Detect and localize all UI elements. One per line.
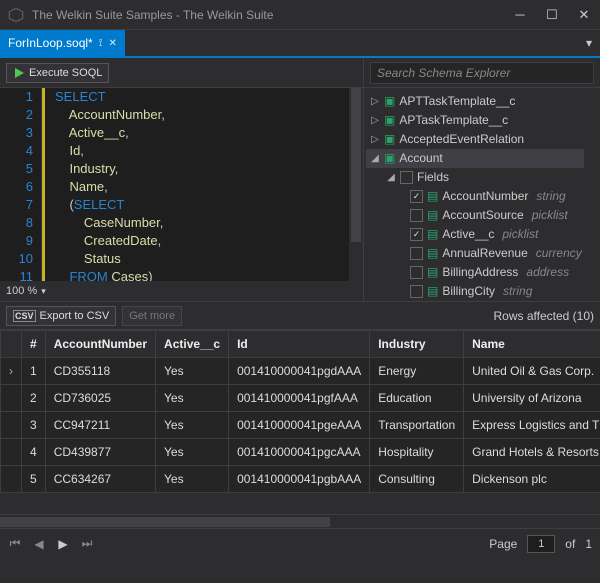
tabs-dropdown-button[interactable]: ▾ bbox=[578, 36, 600, 50]
row-expander[interactable] bbox=[1, 466, 22, 493]
csv-icon: CSV bbox=[13, 310, 36, 322]
checkbox[interactable] bbox=[410, 247, 423, 260]
column-header[interactable]: # bbox=[22, 331, 46, 358]
tree-field[interactable]: ▤AccountNumberstring bbox=[366, 187, 584, 206]
execute-soql-button[interactable]: Execute SOQL bbox=[6, 63, 109, 83]
field-icon: ▤ bbox=[427, 225, 438, 244]
field-icon: ▤ bbox=[427, 206, 438, 225]
row-expander[interactable] bbox=[1, 412, 22, 439]
tree-field[interactable]: ▤AccountSourcepicklist bbox=[366, 206, 584, 225]
tree-fields-group[interactable]: ◢Fields bbox=[366, 168, 584, 187]
rows-affected-label: Rows affected (10) bbox=[494, 309, 595, 323]
row-expander[interactable] bbox=[1, 439, 22, 466]
table-row[interactable]: 3CC947211Yes001410000041pgeAAATransporta… bbox=[1, 412, 600, 439]
zoom-bar: 100 % ▾ bbox=[0, 281, 363, 301]
zoom-level: 100 % bbox=[6, 285, 37, 297]
editor-toolbar: Execute SOQL bbox=[0, 58, 363, 88]
close-button[interactable]: ✕ bbox=[568, 0, 600, 30]
column-header[interactable]: Industry bbox=[370, 331, 464, 358]
schema-explorer-pane: Search Schema Explorer ▷▣APTTaskTemplate… bbox=[364, 58, 600, 301]
app-logo-icon bbox=[8, 7, 24, 23]
window-title: The Welkin Suite Samples - The Welkin Su… bbox=[32, 8, 504, 22]
pager-next-button[interactable]: ▶ bbox=[56, 537, 70, 551]
column-header[interactable]: Id bbox=[229, 331, 370, 358]
object-icon: ▣ bbox=[384, 149, 395, 168]
results-grid[interactable]: #AccountNumberActive__cIdIndustryName›1C… bbox=[0, 330, 600, 514]
code-editor[interactable]: 1234567891011121314 SELECT AccountNumber… bbox=[0, 88, 363, 281]
tabstrip: ForInLoop.soql* ⟟ ✕ ▾ bbox=[0, 30, 600, 58]
column-header[interactable]: Name bbox=[464, 331, 600, 358]
results-hscrollbar[interactable] bbox=[0, 514, 600, 528]
table-row[interactable]: 2CD736025Yes001410000041pgfAAAEducationU… bbox=[1, 385, 600, 412]
field-icon: ▤ bbox=[427, 282, 438, 301]
line-gutter: 1234567891011121314 bbox=[0, 88, 42, 281]
checkbox[interactable] bbox=[410, 266, 423, 279]
pin-icon[interactable]: ⟟ bbox=[99, 38, 103, 49]
tree-object[interactable]: ▷▣APTTaskTemplate__c bbox=[366, 92, 584, 111]
pager-last-button[interactable]: ⏭ bbox=[80, 536, 94, 551]
pager-prev-button[interactable]: ◀ bbox=[32, 537, 46, 551]
checkbox[interactable] bbox=[410, 228, 423, 241]
row-expander[interactable] bbox=[1, 385, 22, 412]
pager-total: 1 bbox=[585, 537, 592, 551]
tree-field[interactable]: ▤AnnualRevenuecurrency bbox=[366, 244, 584, 263]
play-icon bbox=[13, 67, 25, 79]
code-lines[interactable]: SELECT AccountNumber, Active__c, Id, Ind… bbox=[42, 88, 349, 281]
explorer-vscrollbar[interactable] bbox=[586, 88, 600, 301]
table-row[interactable]: 4CD439877Yes001410000041pgcAAAHospitalit… bbox=[1, 439, 600, 466]
object-icon: ▣ bbox=[384, 111, 395, 130]
object-icon: ▣ bbox=[384, 130, 395, 149]
field-icon: ▤ bbox=[427, 263, 438, 282]
column-header[interactable]: AccountNumber bbox=[45, 331, 155, 358]
table-row[interactable]: ›1CD355118Yes001410000041pgdAAAEnergyUni… bbox=[1, 358, 600, 385]
minimize-button[interactable]: ─ bbox=[504, 0, 536, 30]
editor-pane: Execute SOQL 1234567891011121314 SELECT … bbox=[0, 58, 364, 301]
zoom-dropdown-icon[interactable]: ▾ bbox=[41, 286, 46, 297]
tab-label: ForInLoop.soql* bbox=[8, 36, 93, 50]
maximize-button[interactable]: ☐ bbox=[536, 0, 568, 30]
tab-active[interactable]: ForInLoop.soql* ⟟ ✕ bbox=[0, 30, 125, 56]
table-row[interactable]: 5CC634267Yes001410000041pgbAAAConsulting… bbox=[1, 466, 600, 493]
schema-tree[interactable]: ▷▣APTTaskTemplate__c▷▣APTaskTemplate__c▷… bbox=[364, 88, 586, 301]
row-expander[interactable]: › bbox=[1, 358, 22, 385]
tab-close-icon[interactable]: ✕ bbox=[108, 38, 116, 49]
pager-first-button[interactable]: ⏮ bbox=[8, 536, 22, 551]
checkbox[interactable] bbox=[410, 285, 423, 298]
checkbox[interactable] bbox=[400, 171, 413, 184]
explorer-toolbar: Search Schema Explorer bbox=[364, 58, 600, 88]
pager-page-input[interactable] bbox=[527, 535, 555, 553]
field-icon: ▤ bbox=[427, 244, 438, 263]
tree-object[interactable]: ◢▣Account bbox=[366, 149, 584, 168]
editor-vscrollbar[interactable] bbox=[349, 88, 363, 281]
pager: ⏮ ◀ ▶ ⏭ Page of 1 bbox=[0, 528, 600, 558]
export-csv-button[interactable]: CSV Export to CSV bbox=[6, 306, 116, 326]
field-icon: ▤ bbox=[427, 187, 438, 206]
pager-page-label: Page bbox=[489, 537, 517, 551]
tree-object[interactable]: ▷▣APTaskTemplate__c bbox=[366, 111, 584, 130]
object-icon: ▣ bbox=[384, 92, 395, 111]
tree-field[interactable]: ▤BillingCitystring bbox=[366, 282, 584, 301]
pager-of-label: of bbox=[565, 537, 575, 551]
get-more-button[interactable]: Get more bbox=[122, 306, 182, 326]
checkbox[interactable] bbox=[410, 190, 423, 203]
checkbox[interactable] bbox=[410, 209, 423, 222]
column-header[interactable]: Active__c bbox=[156, 331, 229, 358]
tree-field[interactable]: ▤Active__cpicklist bbox=[366, 225, 584, 244]
tree-field[interactable]: ▤BillingAddressaddress bbox=[366, 263, 584, 282]
tree-object[interactable]: ▷▣AcceptedEventRelation bbox=[366, 130, 584, 149]
results-toolbar: CSV Export to CSV Get more Rows affected… bbox=[0, 302, 600, 330]
schema-search-input[interactable]: Search Schema Explorer bbox=[370, 62, 594, 84]
titlebar: The Welkin Suite Samples - The Welkin Su… bbox=[0, 0, 600, 30]
